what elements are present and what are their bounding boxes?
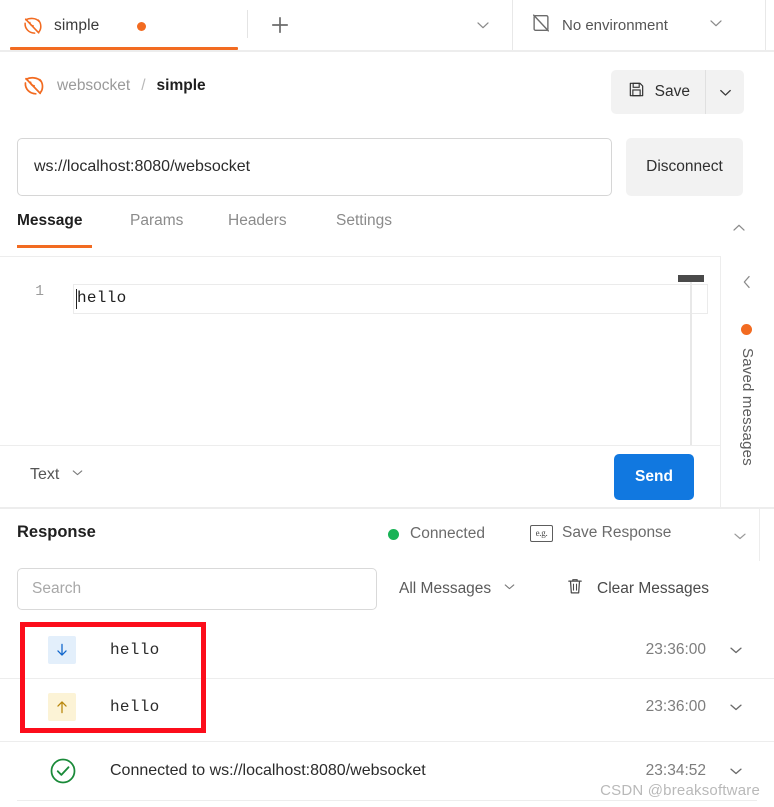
breadcrumb: websocket / simple <box>22 74 206 98</box>
postman-websocket-window: simple No environment websocket / simple… <box>0 0 774 807</box>
plus-icon <box>271 16 289 34</box>
editor-scrollbar-track[interactable] <box>690 275 692 445</box>
url-row: Disconnect <box>0 138 774 198</box>
message-timestamp: 23:36:00 <box>645 641 706 658</box>
environment-selector[interactable]: No environment <box>530 8 726 42</box>
response-title: Response <box>17 523 96 541</box>
saved-messages-rail[interactable]: Saved messages <box>720 256 774 508</box>
message-filter-dropdown[interactable]: All Messages <box>399 578 518 600</box>
message-editor[interactable]: 1 hello <box>0 260 720 445</box>
tabs-overflow-button[interactable] <box>468 12 498 38</box>
eg-example-icon: e.g. <box>530 524 553 542</box>
saved-messages-label: Saved messages <box>739 348 756 466</box>
table-row[interactable]: hello 23:36:00 <box>0 622 774 678</box>
saved-messages-indicator-icon <box>741 324 752 335</box>
collapse-request-button[interactable] <box>726 216 752 240</box>
clear-messages-label: Clear Messages <box>597 579 709 597</box>
tab-settings[interactable]: Settings <box>336 212 392 250</box>
line-number: 1 <box>35 284 44 300</box>
send-button[interactable]: Send <box>614 454 694 500</box>
request-tabs-divider <box>0 256 720 257</box>
message-text: Connected to ws://localhost:8080/websock… <box>110 761 426 779</box>
websocket-icon <box>22 15 44 37</box>
search-input[interactable] <box>17 568 377 610</box>
message-expand-button[interactable] <box>726 697 748 717</box>
new-tab-button[interactable] <box>262 8 298 42</box>
tab-simple[interactable]: simple <box>0 1 160 51</box>
save-button-group: Save <box>610 70 744 114</box>
message-expand-button[interactable] <box>726 761 748 781</box>
rail-collapse-button[interactable] <box>737 272 757 292</box>
breadcrumb-request-name[interactable]: simple <box>157 77 206 95</box>
message-timestamp: 23:36:00 <box>645 697 706 715</box>
websocket-icon <box>22 74 46 98</box>
editor-content[interactable]: hello <box>77 289 127 307</box>
chevron-down-icon <box>730 647 742 654</box>
chevron-down-icon <box>730 768 742 774</box>
active-tab-underline <box>10 47 238 50</box>
chevron-left-icon <box>743 275 750 289</box>
chevron-down-icon <box>69 464 86 486</box>
response-rail-divider <box>759 509 760 561</box>
no-environment-icon <box>530 12 552 39</box>
tabbar-right-divider <box>765 0 766 50</box>
tabbar-vertical-divider <box>512 0 513 50</box>
breadcrumb-collection[interactable]: websocket <box>57 77 130 95</box>
arrow-up-icon <box>48 692 76 721</box>
message-format-label: Text <box>30 466 60 483</box>
chevron-down-icon <box>477 22 489 29</box>
table-row[interactable]: hello 23:36:00 <box>0 678 774 734</box>
chevron-down-icon <box>719 89 731 96</box>
breadcrumb-separator: / <box>141 77 146 94</box>
tab-bar: simple No environment <box>0 0 774 52</box>
trash-icon <box>565 576 585 601</box>
url-input[interactable] <box>17 138 612 196</box>
editor-code-area[interactable]: hello <box>58 274 708 320</box>
save-response-label: Save Response <box>562 524 672 541</box>
environment-chevron-icon[interactable] <box>706 13 726 38</box>
response-collapse-button[interactable] <box>728 525 752 547</box>
arrow-down-icon <box>48 636 76 664</box>
editor-scrollbar-thumb[interactable] <box>678 275 704 282</box>
status-badge: Connected <box>410 525 485 542</box>
tab-params[interactable]: Params <box>130 212 183 250</box>
tab-divider <box>247 10 248 38</box>
save-options-button[interactable] <box>706 70 744 114</box>
chevron-down-icon <box>730 704 742 710</box>
chevron-up-icon <box>733 224 745 231</box>
request-header: websocket / simple Save <box>0 52 774 128</box>
messages-toolbar: All Messages Clear Messages <box>0 562 774 618</box>
message-text: hello <box>110 641 160 659</box>
chevron-down-icon <box>734 533 746 540</box>
message-text: hello <box>110 697 160 716</box>
chevron-down-icon <box>501 578 518 600</box>
editor-gutter: 1 <box>0 260 58 445</box>
active-request-tab-underline <box>17 245 92 248</box>
message-expand-button[interactable] <box>726 640 748 660</box>
message-format-selector[interactable]: Text <box>30 464 86 486</box>
request-tabs: Message Params Headers Settings <box>0 212 774 257</box>
response-header: Response Connected e.g. Save Response <box>0 509 774 561</box>
save-label: Save <box>654 83 690 100</box>
disconnect-button[interactable]: Disconnect <box>626 138 743 196</box>
tab-headers[interactable]: Headers <box>228 212 287 250</box>
floppy-disk-icon <box>627 80 646 104</box>
tab-label: simple <box>54 17 100 34</box>
message-timestamp: 23:34:52 <box>645 761 706 779</box>
send-bar: Text Send <box>0 445 720 507</box>
message-list: hello 23:36:00 hello 23:36:00 Connected … <box>0 622 774 807</box>
save-button[interactable]: Save <box>611 70 705 114</box>
message-filter-label: All Messages <box>399 580 492 597</box>
editor-active-line <box>73 284 708 314</box>
environment-label: No environment <box>562 16 668 34</box>
message-list-bottom-divider <box>17 800 757 801</box>
check-circle-icon <box>48 756 78 786</box>
watermark: CSDN @breaksoftware <box>600 782 760 799</box>
clear-messages-button[interactable]: Clear Messages <box>565 576 709 601</box>
save-response-button[interactable]: e.g. Save Response <box>530 524 671 542</box>
unsaved-indicator-icon <box>137 21 147 31</box>
connection-status: Connected <box>388 525 485 543</box>
status-dot-icon <box>388 528 399 540</box>
